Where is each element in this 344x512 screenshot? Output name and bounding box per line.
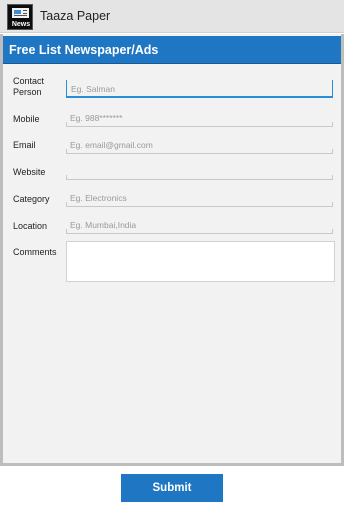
location-input[interactable]: Eg. Mumbai,India	[66, 216, 333, 234]
form-header: Free List Newspaper/Ads	[3, 36, 341, 64]
category-input[interactable]: Eg. Electronics	[66, 189, 333, 207]
mobile-label: Mobile	[13, 114, 40, 124]
website-label: Website	[13, 167, 46, 177]
title-bar: News Taaza Paper	[0, 0, 344, 33]
mobile-input[interactable]: Eg. 988*******	[66, 109, 333, 127]
email-label: Email	[13, 140, 36, 150]
email-input[interactable]: Eg. email@gmail.com	[66, 136, 333, 154]
newspaper-icon: News	[7, 4, 33, 30]
app-icon-text: News	[11, 21, 31, 28]
submit-button[interactable]: Submit	[121, 474, 223, 502]
comments-label: Comments	[13, 247, 57, 257]
form-title: Free List Newspaper/Ads	[9, 43, 159, 57]
contact-person-label: Contact Person	[13, 76, 45, 97]
comments-textarea[interactable]	[66, 241, 335, 282]
website-input[interactable]	[66, 162, 333, 180]
location-label: Location	[13, 221, 48, 231]
category-label: Category	[13, 194, 50, 204]
contact-person-input[interactable]: Eg. Salman	[66, 80, 333, 98]
app-title: Taaza Paper	[40, 9, 111, 23]
